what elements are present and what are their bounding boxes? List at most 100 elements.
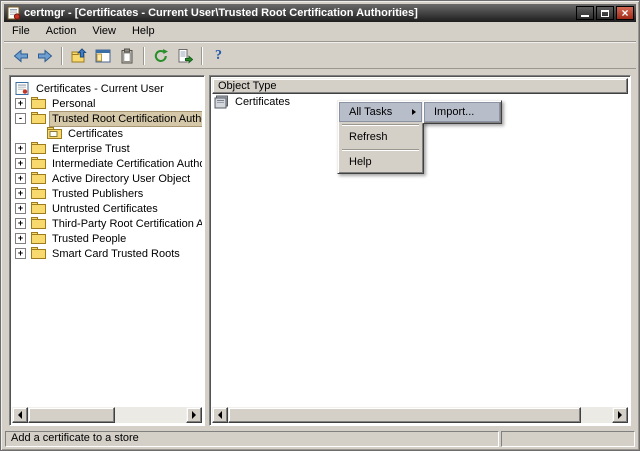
certificates-stack-icon: [214, 95, 231, 109]
tree-item-third-party-root-certification-authorities[interactable]: + Third-Party Root Certification Au: [12, 216, 202, 231]
tree-item-label[interactable]: Trusted People: [50, 232, 128, 246]
tree-item-trusted-root-certification-authorities[interactable]: - Trusted Root Certification Autho: [12, 110, 202, 127]
expand-plus-icon[interactable]: +: [15, 203, 26, 214]
menu-separator: [342, 124, 419, 125]
tree-item-label[interactable]: Trusted Publishers: [50, 187, 145, 201]
column-header-object-type[interactable]: Object Type: [212, 78, 628, 94]
tree-item-smart-card-trusted-roots[interactable]: + Smart Card Trusted Roots: [12, 246, 202, 261]
certmgr-certificate-icon: [7, 6, 21, 20]
tree-item-label[interactable]: Certificates: [66, 127, 125, 141]
folder-icon: [31, 142, 47, 155]
expand-plus-icon[interactable]: +: [15, 98, 26, 109]
collapse-minus-icon[interactable]: -: [15, 113, 26, 124]
certmgr-window: certmgr - [Certificates - Current User\T…: [0, 0, 640, 451]
refresh-button[interactable]: [149, 45, 172, 67]
maximize-button[interactable]: [596, 6, 614, 20]
scrollbar-thumb[interactable]: [228, 407, 582, 423]
tree-item-untrusted-certificates[interactable]: + Untrusted Certificates: [12, 201, 202, 216]
export-list-button[interactable]: [173, 45, 196, 67]
expand-plus-icon[interactable]: +: [15, 158, 26, 169]
tree-item-label[interactable]: Personal: [50, 97, 97, 111]
folder-icon: [31, 172, 47, 185]
close-icon: ×: [621, 5, 629, 20]
menu-help[interactable]: Help: [124, 22, 163, 41]
context-menu-refresh[interactable]: Refresh: [340, 128, 421, 146]
scroll-left-icon: [218, 411, 222, 419]
expand-plus-icon[interactable]: +: [15, 173, 26, 184]
list-item-label[interactable]: Certificates: [235, 96, 290, 108]
status-message: Add a certificate to a store: [5, 431, 499, 447]
toolbar: ?: [4, 43, 636, 69]
help-icon: ?: [215, 47, 222, 63]
tree-item-label[interactable]: Untrusted Certificates: [50, 202, 160, 216]
expand-plus-icon[interactable]: +: [15, 218, 26, 229]
minimize-icon: [581, 15, 589, 17]
submenu-item-label: Import...: [434, 106, 475, 118]
close-button[interactable]: ×: [616, 6, 634, 20]
workspace: Certificates - Current User + Personal -…: [4, 69, 636, 428]
scrollbar-track[interactable]: [28, 407, 186, 423]
menu-bar: File Action View Help: [4, 22, 636, 42]
tree-item-trusted-publishers[interactable]: + Trusted Publishers: [12, 186, 202, 201]
menu-action[interactable]: Action: [38, 22, 85, 41]
tree-item-personal[interactable]: + Personal: [12, 96, 202, 111]
menu-file[interactable]: File: [4, 22, 38, 41]
copy-icon: [121, 48, 132, 63]
tree-item-enterprise-trust[interactable]: + Enterprise Trust: [12, 141, 202, 156]
expand-plus-icon[interactable]: +: [15, 248, 26, 259]
toolbar-separator: [201, 46, 202, 65]
folder-icon: [31, 232, 47, 245]
context-menu-all-tasks[interactable]: All Tasks: [339, 102, 422, 122]
tree-item-label[interactable]: Enterprise Trust: [50, 142, 132, 156]
scroll-right-button[interactable]: [186, 407, 202, 423]
scrollbar-track[interactable]: [228, 407, 612, 423]
tree-item-label[interactable]: Intermediate Certification Autho: [50, 157, 202, 171]
scrollbar-thumb[interactable]: [28, 407, 115, 423]
tree-item-certificates[interactable]: Certificates: [12, 126, 202, 141]
folder-icon: [31, 247, 47, 260]
context-menu-help[interactable]: Help: [340, 153, 421, 171]
scroll-right-icon: [618, 411, 622, 419]
tree-item-label[interactable]: Smart Card Trusted Roots: [50, 247, 182, 261]
folder-icon: [31, 202, 47, 215]
title-bar[interactable]: certmgr - [Certificates - Current User\T…: [4, 4, 636, 22]
up-level-button[interactable]: [67, 45, 90, 67]
back-icon: [13, 48, 28, 63]
folder-icon: [31, 187, 47, 200]
submenu-import[interactable]: Import...: [424, 102, 500, 122]
up-level-icon: [71, 47, 87, 62]
expand-plus-icon[interactable]: +: [15, 143, 26, 154]
show-hide-tree-icon: [95, 49, 110, 62]
tree-item-intermediate-certification-authorities[interactable]: + Intermediate Certification Autho: [12, 156, 202, 171]
expand-plus-icon[interactable]: +: [15, 233, 26, 244]
back-button[interactable]: [9, 45, 32, 67]
show-hide-tree-button[interactable]: [91, 45, 114, 67]
minimize-button[interactable]: [576, 6, 594, 20]
tree-item-active-directory-user-object[interactable]: + Active Directory User Object: [12, 171, 202, 186]
submenu-arrow-icon: [412, 109, 416, 115]
tree-item-label[interactable]: Third-Party Root Certification Au: [50, 217, 202, 231]
tree-horizontal-scrollbar[interactable]: [12, 407, 202, 423]
scroll-right-icon: [192, 411, 196, 419]
help-button[interactable]: ?: [207, 45, 230, 67]
forward-icon: [37, 48, 52, 63]
certificates-folder-icon: [47, 127, 63, 140]
tree-item-label[interactable]: Active Directory User Object: [50, 172, 192, 186]
forward-button[interactable]: [33, 45, 56, 67]
scroll-left-button[interactable]: [212, 407, 228, 423]
tree-item-certificates-current-user[interactable]: Certificates - Current User: [12, 81, 202, 96]
scroll-right-button[interactable]: [612, 407, 628, 423]
tree-item-label[interactable]: Certificates - Current User: [34, 82, 166, 96]
menu-view[interactable]: View: [84, 22, 124, 41]
copy-button[interactable]: [115, 45, 138, 67]
tree-item-trusted-people[interactable]: + Trusted People: [12, 231, 202, 246]
scroll-left-button[interactable]: [12, 407, 28, 423]
list-horizontal-scrollbar[interactable]: [212, 407, 628, 423]
context-menu: All Tasks Refresh Help: [337, 100, 424, 174]
window-title: certmgr - [Certificates - Current User\T…: [24, 7, 418, 19]
menu-separator: [342, 149, 419, 150]
expand-plus-icon[interactable]: +: [15, 188, 26, 199]
folder-icon: [31, 97, 47, 110]
tree-item-label-selected[interactable]: Trusted Root Certification Autho: [49, 110, 202, 127]
status-panel-secondary: [501, 431, 635, 447]
